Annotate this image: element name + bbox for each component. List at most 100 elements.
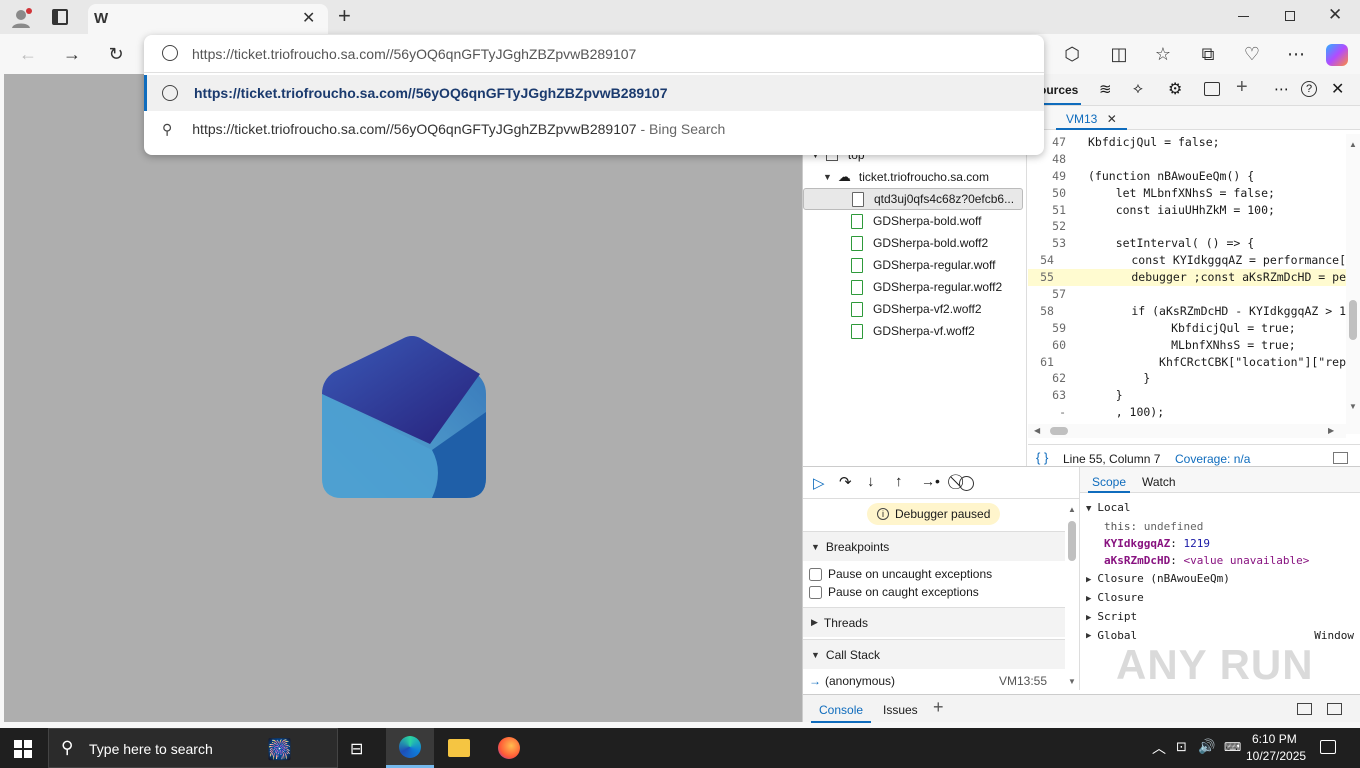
code-line[interactable]: 48 [1028, 151, 1346, 168]
collections-icon[interactable]: ⧉ [1192, 38, 1224, 70]
tree-file[interactable]: GDSherpa-vf2.woff2 [851, 298, 982, 320]
code-line[interactable]: 50 let MLbnfXNhsS = false; [1028, 185, 1346, 202]
tab-scope[interactable]: Scope [1088, 467, 1131, 493]
code-line[interactable]: 58 if (aKsRZmDcHD - KYIdkggqAZ > 1 [1028, 303, 1346, 320]
tray-chevron-icon[interactable]: ︿ [1152, 738, 1166, 758]
browser-essentials-icon[interactable]: ♡ [1236, 38, 1268, 70]
line-number[interactable]: 51 [1028, 202, 1066, 219]
firefox-icon[interactable] [498, 737, 520, 759]
tree-file-selected[interactable]: qtd3uj0qfs4c68z?0efcb6... [803, 188, 1023, 210]
notifications-icon[interactable] [1320, 740, 1336, 754]
code-line[interactable]: 62 } [1028, 370, 1346, 387]
line-number[interactable]: 60 [1028, 337, 1066, 354]
windows-start-icon[interactable] [14, 740, 32, 758]
tree-file[interactable]: GDSherpa-regular.woff2 [851, 276, 1002, 298]
deactivate-breakpoints-circle[interactable] [959, 476, 974, 491]
editor-vscrollbar[interactable]: ▲ ▼ [1346, 134, 1360, 434]
close-tab-icon[interactable]: ✕ [302, 8, 315, 28]
suggestion-search[interactable]: ⚲ https://ticket.triofroucho.sa.com//56y… [144, 111, 1044, 147]
refresh-icon[interactable]: ↻ [100, 38, 132, 70]
minimize-icon[interactable] [1238, 16, 1249, 17]
vscroll-thumb[interactable] [1349, 300, 1357, 340]
line-number[interactable]: 63 [1028, 387, 1066, 404]
line-number[interactable]: 59 [1028, 320, 1066, 337]
edge-taskbar-icon[interactable] [386, 728, 434, 768]
browser-tab[interactable]: W ✕ [88, 4, 328, 34]
tree-file[interactable]: GDSherpa-regular.woff [851, 254, 996, 276]
forward-icon[interactable]: → [56, 38, 88, 70]
code-line[interactable]: 51 const iaiuUHhZkM = 100; [1028, 202, 1346, 219]
line-number[interactable]: 49 [1028, 168, 1066, 185]
tab-sources[interactable]: ources [1039, 83, 1078, 97]
line-number[interactable]: 53 [1028, 235, 1066, 252]
line-number[interactable]: 61 [1028, 354, 1054, 371]
line-number[interactable]: 57 [1028, 286, 1066, 303]
code-line[interactable]: 52 [1028, 218, 1346, 235]
toggle-sidebar-icon[interactable] [1333, 452, 1348, 464]
more-menu-icon[interactable]: ⋯ [1280, 38, 1312, 70]
pause-caught-checkbox[interactable] [809, 585, 822, 599]
code-line[interactable]: 57 [1028, 286, 1346, 303]
left-pane-scroll-thumb[interactable] [1068, 521, 1076, 561]
step-over-icon[interactable]: ↷ [839, 473, 852, 491]
close-file-icon[interactable]: ✕ [1107, 112, 1117, 126]
tree-file[interactable]: GDSherpa-bold.woff [851, 210, 982, 232]
task-view-icon[interactable]: ⊟ [350, 739, 363, 759]
address-bar[interactable] [144, 35, 1044, 73]
suggestion-url[interactable]: https://ticket.triofroucho.sa.com//56yOQ… [144, 75, 1044, 111]
code-line[interactable]: 63 } [1028, 387, 1346, 404]
code-line[interactable]: 47 KbfdicjQul = false; [1028, 134, 1346, 151]
close-window-icon[interactable]: ✕ [1328, 5, 1342, 25]
file-explorer-icon[interactable] [448, 739, 470, 757]
line-number[interactable]: 55 [1028, 269, 1054, 286]
ime-icon[interactable]: ⌨ [1224, 740, 1241, 754]
extensions-icon[interactable]: ⬡ [1056, 38, 1088, 70]
pretty-print-icon[interactable]: { } [1036, 450, 1048, 465]
taskbar-search-box[interactable]: ⚲ Type here to search 🎆 [48, 728, 338, 768]
coverage-link[interactable]: Coverage: n/a [1175, 452, 1250, 466]
network-icon[interactable]: ≋ [1099, 80, 1112, 98]
help-icon[interactable]: ? [1301, 81, 1317, 97]
line-number[interactable]: 50 [1028, 185, 1066, 202]
url-input[interactable] [192, 43, 972, 65]
tree-domain[interactable]: ▼ ☁ ticket.triofroucho.sa.com [823, 166, 989, 188]
code-line[interactable]: 53 setInterval( () => { [1028, 235, 1346, 252]
line-number[interactable]: 52 [1028, 218, 1066, 235]
code-line[interactable]: 49 (function nBAwouEeQm() { [1028, 168, 1346, 185]
line-number[interactable]: 62 [1028, 370, 1066, 387]
clock-date[interactable]: 10/27/2025 [1246, 749, 1306, 763]
back-icon[interactable]: ← [12, 38, 44, 70]
breakpoints-header[interactable]: ▼ Breakpoints [803, 531, 1065, 561]
scope-closure[interactable]: ▶ Closure [1086, 589, 1358, 608]
restore-icon[interactable] [1285, 11, 1295, 21]
tree-file[interactable]: GDSherpa-bold.woff2 [851, 232, 988, 254]
tab-actions-icon[interactable] [52, 9, 68, 25]
tree-file[interactable]: GDSherpa-vf.woff2 [851, 320, 975, 342]
code-line[interactable]: - , 100); [1028, 404, 1346, 421]
copilot-icon[interactable] [1326, 44, 1348, 66]
threads-header[interactable]: ▶ Threads [803, 607, 1065, 637]
close-drawer-icon[interactable] [1327, 703, 1342, 715]
scope-script[interactable]: ▶ Script [1086, 608, 1358, 627]
code-line[interactable]: 55 debugger ;const aKsRZmDcHD = pe [1028, 269, 1346, 287]
callstack-header[interactable]: ▼ Call Stack [803, 639, 1065, 669]
editor-hscrollbar[interactable]: ◀ ▶ [1028, 424, 1346, 438]
pause-uncaught-checkbox[interactable] [809, 567, 822, 581]
step-out-icon[interactable]: ↑ [895, 473, 903, 490]
volume-icon[interactable]: 🔊 [1198, 738, 1215, 755]
application-icon[interactable] [1204, 82, 1220, 96]
more-tabs-plus-icon[interactable]: + [1236, 76, 1248, 99]
step-icon[interactable]: →• [921, 473, 940, 489]
network-tray-icon[interactable]: ⊡ [1176, 739, 1187, 755]
drawer-add-tab-icon[interactable]: + [933, 697, 944, 718]
tab-watch[interactable]: Watch [1142, 475, 1176, 489]
code-line[interactable]: 54 const KYIdkggqAZ = performance[ [1028, 252, 1346, 269]
code-line[interactable]: 61 KhfCRctCBK["location"]["rep [1028, 354, 1346, 371]
hscroll-thumb[interactable] [1050, 427, 1068, 435]
favorites-icon[interactable]: ☆ [1147, 38, 1179, 70]
settings-gear-icon[interactable]: ⚙ [1168, 79, 1182, 99]
code-line[interactable]: 60 MLbnfXNhsS = true; [1028, 337, 1346, 354]
new-tab-icon[interactable]: + [338, 3, 351, 29]
resume-icon[interactable]: ▷ [813, 474, 825, 492]
callstack-frame[interactable]: → (anonymous) VM13:55 [803, 671, 1065, 691]
